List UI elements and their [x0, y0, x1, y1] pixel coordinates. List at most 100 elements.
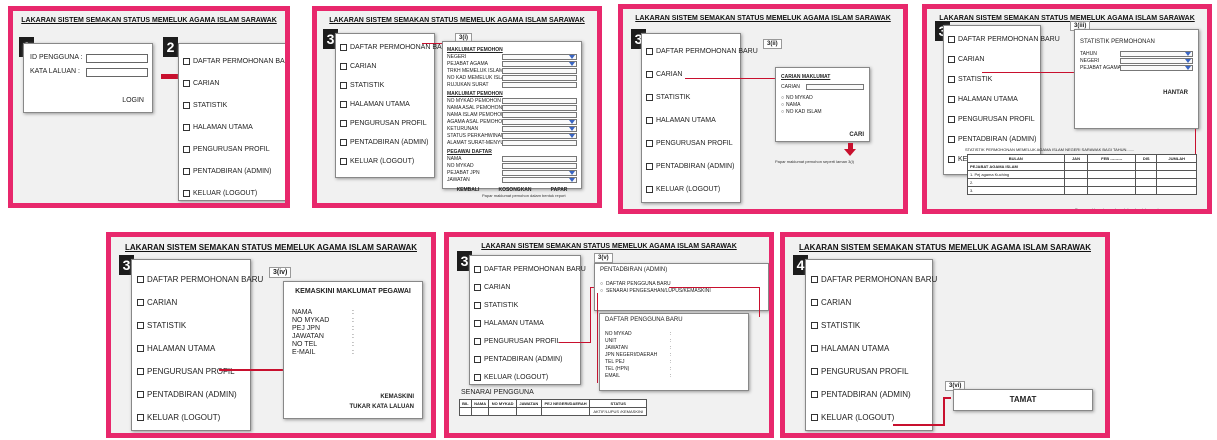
text-field[interactable] — [502, 98, 577, 104]
text-field[interactable] — [502, 163, 577, 169]
menu-item[interactable]: PENTADBIRAN (ADMIN) — [474, 350, 576, 368]
menu-item[interactable]: PENTADBIRAN (ADMIN) — [340, 133, 430, 152]
menu-item[interactable]: HALAMAN UTAMA — [948, 89, 1036, 109]
menu-item[interactable]: KELUAR (LOGOUT) — [474, 368, 576, 386]
dropdown[interactable] — [502, 119, 577, 125]
dropdown[interactable] — [502, 61, 577, 67]
menu-item[interactable]: CARIAN — [137, 291, 245, 314]
user-input[interactable] — [86, 54, 148, 63]
text-field[interactable] — [502, 68, 577, 74]
text-field[interactable] — [502, 82, 577, 88]
menu-item[interactable]: STATISTIK — [183, 94, 283, 116]
profil-form: KEMASKINI MAKLUMAT PEGAWAI NAMA: NO MYKA… — [283, 281, 423, 419]
dropdown[interactable] — [1120, 51, 1193, 57]
dropdown[interactable] — [502, 170, 577, 176]
checkbox-icon — [811, 322, 818, 329]
search-input[interactable] — [806, 84, 864, 90]
menu-item[interactable]: DAFTAR PERMOHONAN BARU — [474, 260, 586, 278]
pass-input[interactable] — [86, 68, 148, 77]
menu-item[interactable]: PENTADBIRAN (ADMIN) — [948, 129, 1036, 149]
menu-item[interactable]: DAFTAR PERMOHONAN BARU — [340, 38, 452, 57]
form-row: PEJ JPN: — [292, 325, 354, 332]
menu-item[interactable]: STATISTIK — [137, 314, 245, 337]
menu-item[interactable]: PENTADBIRAN (ADMIN) — [646, 155, 736, 178]
radio-option[interactable]: ○ NO KAD ISLAM — [781, 109, 864, 115]
page-title: LAKARAN SISTEM SEMAKAN STATUS MEMELUK AG… — [21, 17, 277, 24]
search-button[interactable]: CARI — [849, 132, 864, 138]
menu-item[interactable]: KELUAR (LOGOUT) — [183, 182, 283, 203]
text-field[interactable] — [502, 75, 577, 81]
form-row: JPN NEGERI/DAERAH: — [605, 352, 672, 358]
menu-item[interactable]: PENGURUSAN PROFIL — [474, 332, 576, 350]
menu-item[interactable]: PENGURUSAN PROFIL — [137, 360, 245, 383]
form-row: NAMA: — [292, 309, 354, 316]
menu-item[interactable]: PENGURUSAN PROFIL — [183, 138, 283, 160]
menu-item[interactable]: DAFTAR PERMOHONAN BARU — [183, 50, 285, 72]
update-button[interactable]: KEMASKINI — [380, 394, 414, 400]
menu-item[interactable]: HALAMAN UTAMA — [646, 109, 736, 132]
login-button[interactable]: LOGIN — [122, 97, 144, 104]
connector-line — [943, 397, 945, 426]
menu-item[interactable]: HALAMAN UTAMA — [340, 95, 430, 114]
menu-item[interactable]: PENGURUSAN PROFIL — [948, 109, 1036, 129]
pass-label: KATA LALUAN : — [30, 68, 80, 75]
menu-item[interactable]: PENTADBIRAN (ADMIN) — [183, 160, 283, 182]
radio-option[interactable]: ○ NAMA — [781, 102, 864, 108]
back-button[interactable]: KEMBALI — [457, 187, 480, 193]
menu-item[interactable]: HALAMAN UTAMA — [183, 116, 283, 138]
menu-item[interactable]: DAFTAR PERMOHONAN BARU — [137, 268, 263, 291]
radio-option[interactable]: ○ NO MYKAD — [781, 95, 864, 101]
new-user-form: DAFTAR PENGGUNA BARU NO MYKAD: UNIT: JAW… — [599, 313, 749, 391]
text-field[interactable] — [502, 105, 577, 111]
menu-item[interactable]: CARIAN — [474, 278, 576, 296]
checkbox-icon — [137, 345, 144, 352]
admin-link[interactable]: ○ SENARAI PENGESAHAN/LUPUS/KEMASKINI — [600, 288, 763, 294]
form-row: TEL (HPN): — [605, 366, 672, 372]
dropdown[interactable] — [1120, 58, 1193, 64]
menu-item[interactable]: PENTADBIRAN (ADMIN) — [811, 383, 927, 406]
text-field[interactable] — [502, 156, 577, 162]
dropdown[interactable] — [502, 54, 577, 60]
menu-item[interactable]: DAFTAR PERMOHONAN BARU — [948, 29, 1060, 49]
menu-item[interactable]: PENGURUSAN PROFIL — [646, 132, 736, 155]
connector-line — [219, 369, 287, 371]
menu-item[interactable]: HALAMAN UTAMA — [811, 337, 927, 360]
form-row: NEGERI — [447, 54, 577, 60]
menu-item[interactable]: KELUAR (LOGOUT) — [340, 152, 430, 171]
text-field[interactable] — [502, 140, 577, 146]
menu-item[interactable]: DAFTAR PERMOHONAN BARU — [811, 268, 937, 291]
menu-item[interactable]: PENTADBIRAN (ADMIN) — [137, 383, 245, 406]
menu-item[interactable]: CARIAN — [646, 63, 736, 86]
submit-button[interactable]: HANTAR — [1163, 90, 1188, 96]
checkbox-icon — [474, 373, 481, 381]
menu-item[interactable]: CARIAN — [811, 291, 927, 314]
menu-item[interactable]: PENGURUSAN PROFIL — [340, 114, 430, 133]
dropdown[interactable] — [502, 177, 577, 183]
change-password-button[interactable]: TUKAR KATA LALUAN — [349, 404, 414, 410]
dropdown[interactable] — [502, 126, 577, 132]
menu-item[interactable]: CARIAN — [340, 57, 430, 76]
menu-item[interactable]: CARIAN — [948, 49, 1036, 69]
menu-item[interactable]: CARIAN — [183, 72, 283, 94]
menu-item[interactable]: HALAMAN UTAMA — [137, 337, 245, 360]
list-heading: SENARAI PENGGUNA — [461, 389, 534, 396]
checkbox-icon — [340, 139, 347, 146]
text-field[interactable] — [502, 112, 577, 118]
menu-item[interactable]: STATISTIK — [474, 296, 576, 314]
menu-item[interactable]: KELUAR (LOGOUT) — [137, 406, 245, 429]
menu-item[interactable]: DAFTAR PERMOHONAN BARU — [646, 40, 758, 63]
menu-item[interactable]: KELUAR (LOGOUT) — [646, 178, 736, 201]
menu-item[interactable]: STATISTIK — [340, 76, 430, 95]
checkbox-icon — [811, 299, 818, 306]
main-menu: DAFTAR PERMOHONAN BARU CARIAN STATISTIK … — [178, 43, 285, 203]
menu-item[interactable]: STATISTIK — [646, 86, 736, 109]
checkbox-icon — [137, 391, 144, 398]
col-header: STATUS — [589, 399, 647, 408]
menu-item[interactable]: STATISTIK — [811, 314, 927, 337]
dropdown[interactable] — [502, 133, 577, 139]
status-link[interactable]: AKTIF/LUPUS /KEMASKINI — [589, 407, 647, 416]
dropdown[interactable] — [1120, 65, 1193, 71]
menu-item[interactable]: HALAMAN UTAMA — [474, 314, 576, 332]
menu-item[interactable]: PENGURUSAN PROFIL — [811, 360, 927, 383]
form-row: UNIT: — [605, 338, 672, 344]
